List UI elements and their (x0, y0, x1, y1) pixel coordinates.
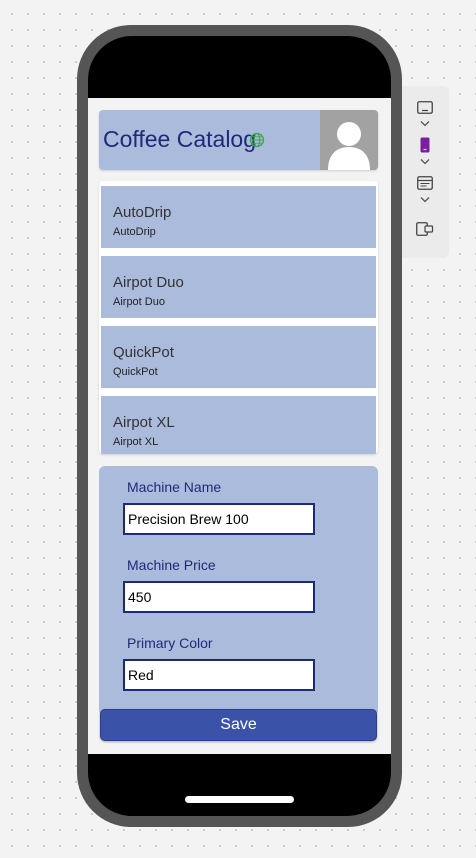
home-indicator (185, 796, 294, 803)
layout-icon[interactable] (415, 174, 435, 192)
preview-icon[interactable] (415, 220, 435, 238)
gallery-item-title: QuickPot (113, 344, 174, 361)
gallery-item-title: Airpot XL (113, 414, 175, 431)
gallery-item[interactable]: AutoDrip AutoDrip (101, 186, 376, 248)
gallery-item-title: Airpot Duo (113, 274, 184, 291)
machine-price-field[interactable] (123, 581, 315, 613)
gallery-item-title: AutoDrip (113, 204, 172, 221)
phone-portrait-icon[interactable] (415, 136, 435, 154)
machine-price-label: Machine Price (127, 557, 216, 573)
page-title: Coffee Catalog (103, 126, 257, 152)
user-avatar-icon[interactable] (320, 110, 378, 170)
chevron-down-icon[interactable] (417, 119, 433, 129)
avatar-silhouette-icon (328, 122, 370, 170)
gallery-item-subtitle: Airpot XL (113, 436, 159, 448)
machine-name-label: Machine Name (127, 479, 222, 495)
header-bar: Coffee Catalog (99, 110, 378, 170)
coffee-gallery[interactable]: AutoDrip AutoDrip Airpot Duo Airpot Duo … (99, 181, 378, 454)
chevron-down-icon[interactable] (417, 195, 433, 205)
tablet-landscape-icon[interactable] (415, 98, 435, 116)
gallery-item[interactable]: Airpot Duo Airpot Duo (101, 256, 376, 318)
globe-icon (249, 132, 265, 148)
gallery-item[interactable]: QuickPot QuickPot (101, 326, 376, 388)
save-button[interactable]: Save (100, 709, 377, 741)
primary-color-label: Primary Color (127, 635, 213, 651)
gallery-item-subtitle: AutoDrip (113, 226, 156, 238)
app-screen: Coffee Catalog AutoDrip AutoDrip Airpot … (88, 98, 391, 754)
phone-bezel: Coffee Catalog AutoDrip AutoDrip Airpot … (88, 36, 391, 816)
machine-edit-form: Machine Name Machine Price Primary Color (99, 466, 378, 716)
primary-color-field[interactable] (123, 659, 315, 691)
device-toolbar (402, 86, 449, 258)
phone-frame: Coffee Catalog AutoDrip AutoDrip Airpot … (77, 25, 402, 827)
chevron-down-icon[interactable] (417, 157, 433, 167)
gallery-item-subtitle: QuickPot (113, 366, 158, 378)
gallery-item-subtitle: Airpot Duo (113, 296, 165, 308)
machine-name-field[interactable] (123, 503, 315, 535)
gallery-item[interactable]: Airpot XL Airpot XL (101, 396, 376, 454)
